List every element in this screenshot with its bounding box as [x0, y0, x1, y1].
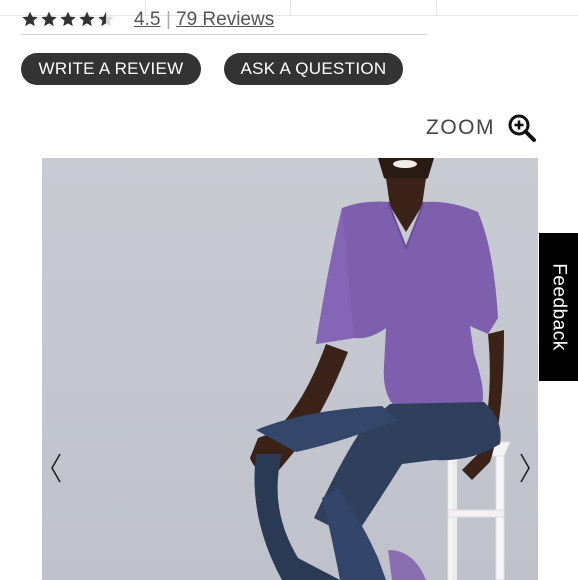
- chevron-right-icon[interactable]: [518, 452, 532, 484]
- reviews-count-link[interactable]: 79 Reviews: [176, 9, 274, 31]
- star-rating: [21, 10, 116, 28]
- tab-strip-segment: [436, 0, 578, 15]
- star-icon: [41, 11, 57, 27]
- write-review-button[interactable]: WRITE A REVIEW: [21, 53, 201, 85]
- half-star-icon: [98, 11, 114, 27]
- product-image-gallery[interactable]: [42, 158, 538, 580]
- product-photo: [250, 158, 511, 580]
- star-icon: [22, 11, 38, 27]
- zoom-label: ZOOM: [426, 116, 495, 139]
- feedback-tab[interactable]: Feedback: [539, 233, 578, 381]
- feedback-label: Feedback: [548, 263, 570, 351]
- zoom-control[interactable]: ZOOM: [426, 113, 537, 143]
- zoom-in-icon[interactable]: [507, 113, 537, 143]
- ask-question-button[interactable]: ASK A QUESTION: [224, 53, 403, 85]
- rating-separator: |: [166, 9, 171, 30]
- star-icon: [79, 11, 95, 27]
- star-icon: [60, 11, 76, 27]
- rating-value-link[interactable]: 4.5: [134, 9, 160, 31]
- chevron-left-icon[interactable]: [49, 452, 63, 484]
- rating-summary: 4.5 | 79 Reviews: [21, 6, 427, 35]
